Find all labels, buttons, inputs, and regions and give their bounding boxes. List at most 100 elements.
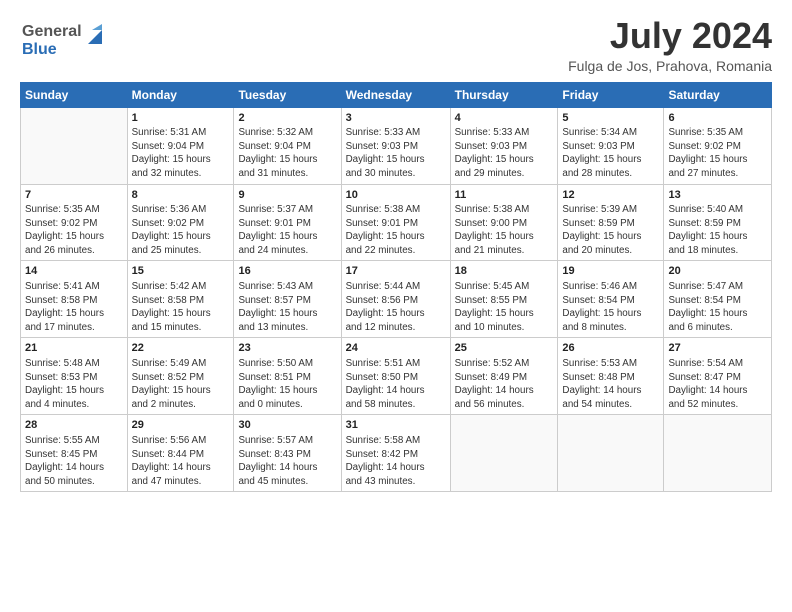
table-row: 7Sunrise: 5:35 AM Sunset: 9:02 PM Daylig…: [21, 184, 128, 261]
day-info: Sunrise: 5:49 AM Sunset: 8:52 PM Dayligh…: [132, 357, 230, 411]
day-number: 18: [455, 264, 554, 279]
table-row: 25Sunrise: 5:52 AM Sunset: 8:49 PM Dayli…: [450, 338, 558, 415]
calendar-header-row: Sunday Monday Tuesday Wednesday Thursday…: [21, 82, 772, 107]
col-saturday: Saturday: [664, 82, 772, 107]
day-info: Sunrise: 5:35 AM Sunset: 9:02 PM Dayligh…: [25, 203, 123, 257]
location: Fulga de Jos, Prahova, Romania: [568, 58, 772, 74]
table-row: 9Sunrise: 5:37 AM Sunset: 9:01 PM Daylig…: [234, 184, 341, 261]
day-number: 5: [562, 111, 659, 126]
day-number: 17: [346, 264, 446, 279]
table-row: 27Sunrise: 5:54 AM Sunset: 8:47 PM Dayli…: [664, 338, 772, 415]
day-info: Sunrise: 5:31 AM Sunset: 9:04 PM Dayligh…: [132, 126, 230, 180]
day-info: Sunrise: 5:35 AM Sunset: 9:02 PM Dayligh…: [668, 126, 767, 180]
day-number: 26: [562, 341, 659, 356]
day-info: Sunrise: 5:50 AM Sunset: 8:51 PM Dayligh…: [238, 357, 336, 411]
day-number: 24: [346, 341, 446, 356]
day-info: Sunrise: 5:34 AM Sunset: 9:03 PM Dayligh…: [562, 126, 659, 180]
col-sunday: Sunday: [21, 82, 128, 107]
day-number: 2: [238, 111, 336, 126]
table-row: 23Sunrise: 5:50 AM Sunset: 8:51 PM Dayli…: [234, 338, 341, 415]
table-row: 21Sunrise: 5:48 AM Sunset: 8:53 PM Dayli…: [21, 338, 128, 415]
table-row: 8Sunrise: 5:36 AM Sunset: 9:02 PM Daylig…: [127, 184, 234, 261]
table-row: 11Sunrise: 5:38 AM Sunset: 9:00 PM Dayli…: [450, 184, 558, 261]
day-number: 16: [238, 264, 336, 279]
day-number: 28: [25, 418, 123, 433]
day-info: Sunrise: 5:38 AM Sunset: 9:00 PM Dayligh…: [455, 203, 554, 257]
logo: General Blue: [20, 16, 110, 65]
table-row: 15Sunrise: 5:42 AM Sunset: 8:58 PM Dayli…: [127, 261, 234, 338]
day-number: 10: [346, 188, 446, 203]
day-info: Sunrise: 5:47 AM Sunset: 8:54 PM Dayligh…: [668, 280, 767, 334]
day-info: Sunrise: 5:48 AM Sunset: 8:53 PM Dayligh…: [25, 357, 123, 411]
table-row: 20Sunrise: 5:47 AM Sunset: 8:54 PM Dayli…: [664, 261, 772, 338]
day-info: Sunrise: 5:41 AM Sunset: 8:58 PM Dayligh…: [25, 280, 123, 334]
day-info: Sunrise: 5:33 AM Sunset: 9:03 PM Dayligh…: [346, 126, 446, 180]
day-number: 4: [455, 111, 554, 126]
table-row: 6Sunrise: 5:35 AM Sunset: 9:02 PM Daylig…: [664, 107, 772, 184]
table-row: 31Sunrise: 5:58 AM Sunset: 8:42 PM Dayli…: [341, 415, 450, 492]
day-number: 14: [25, 264, 123, 279]
logo-text: General Blue: [20, 16, 110, 65]
svg-text:Blue: Blue: [22, 41, 57, 58]
day-info: Sunrise: 5:55 AM Sunset: 8:45 PM Dayligh…: [25, 434, 123, 488]
header: General Blue July 2024 Fulga de Jos, Pra…: [20, 16, 772, 74]
day-info: Sunrise: 5:36 AM Sunset: 9:02 PM Dayligh…: [132, 203, 230, 257]
day-info: Sunrise: 5:33 AM Sunset: 9:03 PM Dayligh…: [455, 126, 554, 180]
table-row: 10Sunrise: 5:38 AM Sunset: 9:01 PM Dayli…: [341, 184, 450, 261]
day-number: 20: [668, 264, 767, 279]
day-number: 15: [132, 264, 230, 279]
day-info: Sunrise: 5:39 AM Sunset: 8:59 PM Dayligh…: [562, 203, 659, 257]
day-info: Sunrise: 5:45 AM Sunset: 8:55 PM Dayligh…: [455, 280, 554, 334]
table-row: 4Sunrise: 5:33 AM Sunset: 9:03 PM Daylig…: [450, 107, 558, 184]
day-number: 6: [668, 111, 767, 126]
day-info: Sunrise: 5:56 AM Sunset: 8:44 PM Dayligh…: [132, 434, 230, 488]
day-info: Sunrise: 5:58 AM Sunset: 8:42 PM Dayligh…: [346, 434, 446, 488]
day-number: 8: [132, 188, 230, 203]
svg-text:General: General: [22, 23, 82, 40]
day-info: Sunrise: 5:43 AM Sunset: 8:57 PM Dayligh…: [238, 280, 336, 334]
day-number: 1: [132, 111, 230, 126]
day-info: Sunrise: 5:53 AM Sunset: 8:48 PM Dayligh…: [562, 357, 659, 411]
table-row: 17Sunrise: 5:44 AM Sunset: 8:56 PM Dayli…: [341, 261, 450, 338]
month-title: July 2024: [568, 16, 772, 56]
day-number: 29: [132, 418, 230, 433]
day-number: 30: [238, 418, 336, 433]
table-row: 26Sunrise: 5:53 AM Sunset: 8:48 PM Dayli…: [558, 338, 664, 415]
table-row: 24Sunrise: 5:51 AM Sunset: 8:50 PM Dayli…: [341, 338, 450, 415]
day-info: Sunrise: 5:52 AM Sunset: 8:49 PM Dayligh…: [455, 357, 554, 411]
table-row: 13Sunrise: 5:40 AM Sunset: 8:59 PM Dayli…: [664, 184, 772, 261]
table-row: 29Sunrise: 5:56 AM Sunset: 8:44 PM Dayli…: [127, 415, 234, 492]
table-row: [450, 415, 558, 492]
day-info: Sunrise: 5:51 AM Sunset: 8:50 PM Dayligh…: [346, 357, 446, 411]
table-row: 5Sunrise: 5:34 AM Sunset: 9:03 PM Daylig…: [558, 107, 664, 184]
col-thursday: Thursday: [450, 82, 558, 107]
table-row: 28Sunrise: 5:55 AM Sunset: 8:45 PM Dayli…: [21, 415, 128, 492]
day-number: 11: [455, 188, 554, 203]
day-info: Sunrise: 5:32 AM Sunset: 9:04 PM Dayligh…: [238, 126, 336, 180]
table-row: 12Sunrise: 5:39 AM Sunset: 8:59 PM Dayli…: [558, 184, 664, 261]
day-number: 25: [455, 341, 554, 356]
table-row: [21, 107, 128, 184]
table-row: [558, 415, 664, 492]
day-number: 22: [132, 341, 230, 356]
table-row: [664, 415, 772, 492]
day-info: Sunrise: 5:37 AM Sunset: 9:01 PM Dayligh…: [238, 203, 336, 257]
table-row: 22Sunrise: 5:49 AM Sunset: 8:52 PM Dayli…: [127, 338, 234, 415]
table-row: 16Sunrise: 5:43 AM Sunset: 8:57 PM Dayli…: [234, 261, 341, 338]
day-number: 7: [25, 188, 123, 203]
day-number: 21: [25, 341, 123, 356]
table-row: 3Sunrise: 5:33 AM Sunset: 9:03 PM Daylig…: [341, 107, 450, 184]
day-number: 12: [562, 188, 659, 203]
day-number: 3: [346, 111, 446, 126]
col-wednesday: Wednesday: [341, 82, 450, 107]
table-row: 1Sunrise: 5:31 AM Sunset: 9:04 PM Daylig…: [127, 107, 234, 184]
day-info: Sunrise: 5:57 AM Sunset: 8:43 PM Dayligh…: [238, 434, 336, 488]
day-info: Sunrise: 5:40 AM Sunset: 8:59 PM Dayligh…: [668, 203, 767, 257]
col-monday: Monday: [127, 82, 234, 107]
table-row: 19Sunrise: 5:46 AM Sunset: 8:54 PM Dayli…: [558, 261, 664, 338]
table-row: 18Sunrise: 5:45 AM Sunset: 8:55 PM Dayli…: [450, 261, 558, 338]
table-row: 14Sunrise: 5:41 AM Sunset: 8:58 PM Dayli…: [21, 261, 128, 338]
day-number: 27: [668, 341, 767, 356]
day-info: Sunrise: 5:42 AM Sunset: 8:58 PM Dayligh…: [132, 280, 230, 334]
day-number: 23: [238, 341, 336, 356]
